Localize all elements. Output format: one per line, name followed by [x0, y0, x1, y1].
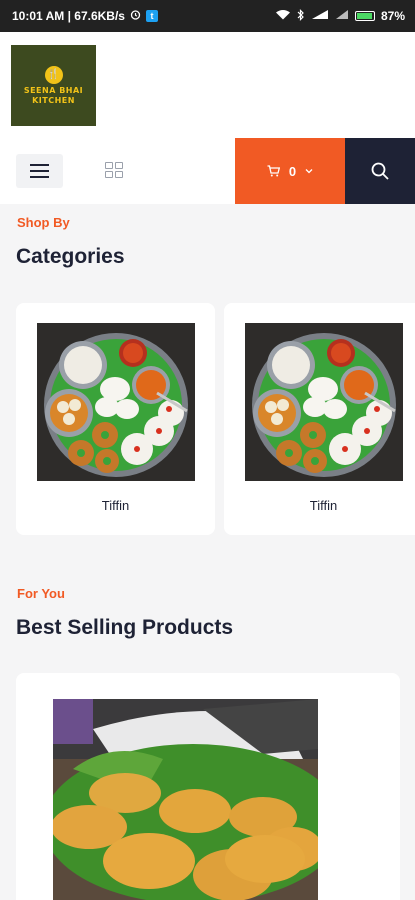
- search-button[interactable]: [345, 138, 415, 204]
- category-card[interactable]: Tiffin: [16, 303, 215, 535]
- wifi-icon: [275, 9, 291, 23]
- nav-bar: 0: [0, 138, 415, 204]
- products-title: Best Selling Products: [16, 616, 234, 639]
- status-time: 10:01 AM | 67.6KB/s: [12, 9, 125, 23]
- grid-view-button[interactable]: [105, 162, 125, 180]
- category-label: Tiffin: [309, 498, 338, 513]
- grid-icon: [105, 162, 113, 169]
- alarm-icon: [130, 9, 141, 23]
- signal-2-icon: [335, 9, 349, 23]
- grid-icon-cell: [115, 162, 123, 169]
- logo-header: 🍴 SEENA BHAI KITCHEN: [0, 32, 415, 138]
- logo-line2: KITCHEN: [32, 95, 75, 105]
- battery-percent: 87%: [380, 9, 405, 23]
- cart-icon: [267, 165, 280, 177]
- product-image: [53, 699, 318, 900]
- products-eyebrow: For You: [17, 586, 65, 601]
- status-right: 87%: [275, 8, 405, 24]
- status-bar: 10:01 AM | 67.6KB/s t 87%: [0, 0, 415, 32]
- categories-title: Categories: [16, 245, 125, 268]
- cart-count: 0: [288, 163, 297, 179]
- battery-icon: [354, 11, 375, 21]
- category-image: [37, 323, 195, 481]
- grid-icon-cell: [105, 171, 113, 178]
- category-card[interactable]: Tiffin: [224, 303, 415, 535]
- category-label: Tiffin: [101, 498, 130, 513]
- product-card[interactable]: [16, 673, 400, 900]
- menu-button[interactable]: [16, 154, 63, 188]
- search-icon: [371, 162, 389, 180]
- signal-icon: [311, 9, 329, 23]
- menu-icon: [30, 164, 49, 166]
- menu-icon-bar: [30, 176, 49, 178]
- menu-icon-bar: [30, 170, 49, 172]
- twitter-icon: t: [145, 10, 158, 22]
- category-image: [245, 323, 403, 481]
- categories-eyebrow: Shop By: [17, 215, 70, 230]
- bluetooth-icon: [297, 8, 305, 24]
- grid-icon-cell: [115, 171, 123, 178]
- status-left: 10:01 AM | 67.6KB/s t: [12, 9, 158, 23]
- battery-fill: [356, 13, 372, 19]
- brand-logo[interactable]: 🍴 SEENA BHAI KITCHEN: [11, 45, 96, 126]
- logo-line1: SEENA BHAI: [23, 85, 84, 95]
- chevron-down-icon: [305, 169, 313, 174]
- cart-button[interactable]: 0: [235, 138, 345, 204]
- logo-emblem-icon: 🍴: [44, 65, 63, 84]
